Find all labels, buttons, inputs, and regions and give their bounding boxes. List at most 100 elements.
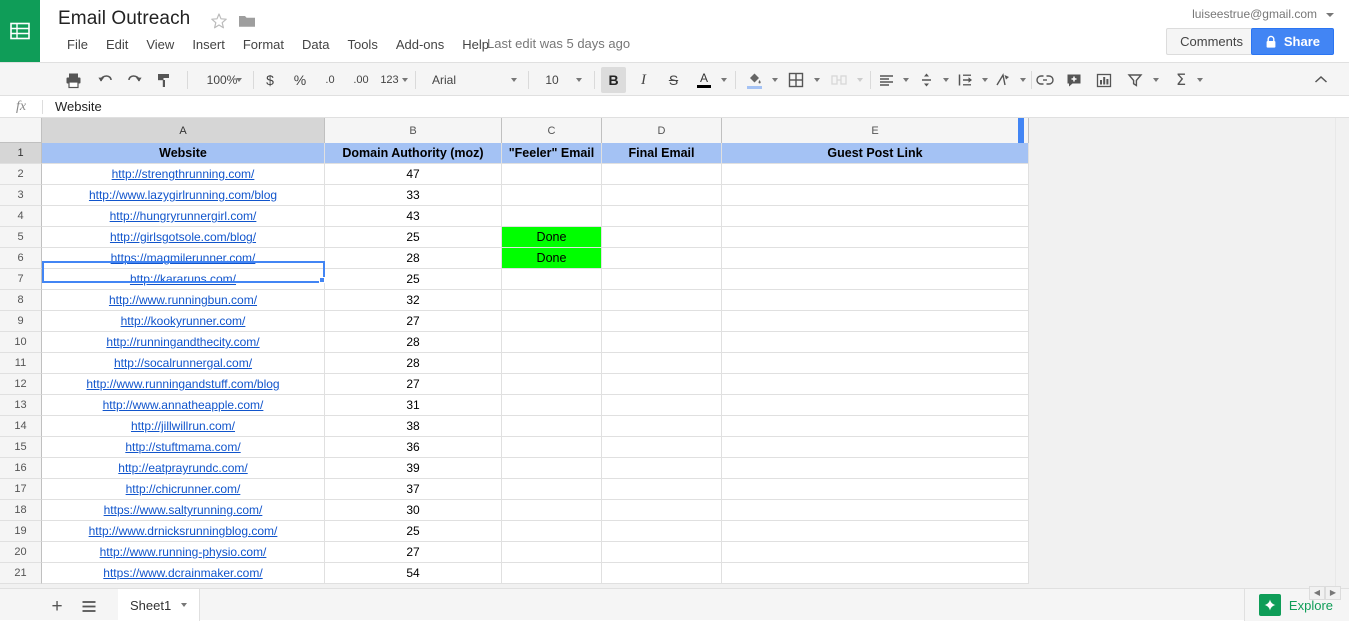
row-header-12[interactable]: 12 [0, 374, 42, 395]
cell-A3[interactable]: http://www.lazygirlrunning.com/blog [42, 185, 325, 206]
text-rotation-caret-icon[interactable] [1015, 67, 1031, 93]
text-color-button[interactable]: A [691, 67, 717, 93]
redo-icon[interactable] [121, 67, 147, 93]
italic-button[interactable]: I [631, 67, 656, 93]
cell-B15[interactable]: 36 [325, 437, 502, 458]
cell-C19[interactable] [502, 521, 602, 542]
cell-E19[interactable] [722, 521, 1029, 542]
row-header-15[interactable]: 15 [0, 437, 42, 458]
menu-item-insert[interactable]: Insert [183, 34, 234, 56]
cell-A12[interactable]: http://www.runningandstuff.com/blog [42, 374, 325, 395]
row-header-6[interactable]: 6 [0, 248, 42, 269]
cell-B5[interactable]: 25 [325, 227, 502, 248]
cell-A10[interactable]: http://runningandthecity.com/ [42, 332, 325, 353]
cell-link[interactable]: http://www.running-physio.com/ [100, 545, 267, 559]
select-all-corner[interactable] [0, 118, 42, 143]
cell-A19[interactable]: http://www.drnicksrunningblog.com/ [42, 521, 325, 542]
font-size-caret-icon[interactable] [570, 67, 588, 93]
cell-C4[interactable] [502, 206, 602, 227]
cell-B12[interactable]: 27 [325, 374, 502, 395]
menu-item-tools[interactable]: Tools [338, 34, 386, 56]
print-icon[interactable] [60, 67, 86, 93]
cell-link[interactable]: http://strengthrunning.com/ [112, 167, 255, 181]
cell-link[interactable]: https://magmilerunner.com/ [111, 251, 256, 265]
column-header-d[interactable]: D [602, 118, 722, 143]
funnel-icon[interactable] [1122, 67, 1148, 93]
cell-B11[interactable]: 28 [325, 353, 502, 374]
cell-A8[interactable]: http://www.runningbun.com/ [42, 290, 325, 311]
row-header-13[interactable]: 13 [0, 395, 42, 416]
cell-link[interactable]: http://chicrunner.com/ [126, 482, 241, 496]
cell-A14[interactable]: http://jillwillrun.com/ [42, 416, 325, 437]
cell-link[interactable]: http://www.runningandstuff.com/blog [86, 377, 279, 391]
cell-D8[interactable] [602, 290, 722, 311]
row-header-11[interactable]: 11 [0, 353, 42, 374]
paint-format-icon[interactable] [151, 67, 177, 93]
row-header-20[interactable]: 20 [0, 542, 42, 563]
share-button[interactable]: Share [1251, 28, 1334, 55]
cell-D9[interactable] [602, 311, 722, 332]
formula-bar[interactable]: fx Website [0, 96, 1349, 118]
cell-E17[interactable] [722, 479, 1029, 500]
chevron-down-icon[interactable] [181, 603, 187, 607]
cell-B21[interactable]: 54 [325, 563, 502, 584]
cell-A21[interactable]: https://www.dcrainmaker.com/ [42, 563, 325, 584]
cell-D12[interactable] [602, 374, 722, 395]
vertical-align-caret-icon[interactable] [938, 67, 954, 93]
text-color-caret-icon[interactable] [716, 67, 732, 93]
cell-E6[interactable] [722, 248, 1029, 269]
cell-link[interactable]: http://girlsgotsole.com/blog/ [110, 230, 256, 244]
cell-B16[interactable]: 39 [325, 458, 502, 479]
cell-E9[interactable] [722, 311, 1029, 332]
link-icon[interactable] [1032, 67, 1058, 93]
cell-C3[interactable] [502, 185, 602, 206]
cell-B4[interactable]: 43 [325, 206, 502, 227]
row-header-14[interactable]: 14 [0, 416, 42, 437]
funnel-caret-icon[interactable] [1148, 67, 1164, 93]
row-header-8[interactable]: 8 [0, 290, 42, 311]
cell-A20[interactable]: http://www.running-physio.com/ [42, 542, 325, 563]
cell-A16[interactable]: http://eatprayrundc.com/ [42, 458, 325, 479]
row-header-10[interactable]: 10 [0, 332, 42, 353]
increase-decimal-button[interactable]: .00 [347, 67, 375, 93]
scroll-left-button[interactable]: ◀ [1309, 586, 1325, 600]
row-header-1[interactable]: 1 [0, 143, 42, 164]
star-icon[interactable] [210, 12, 228, 30]
cell-D13[interactable] [602, 395, 722, 416]
cell-E1[interactable]: Guest Post Link [722, 143, 1029, 164]
cell-D5[interactable] [602, 227, 722, 248]
row-header-3[interactable]: 3 [0, 185, 42, 206]
cell-link[interactable]: http://www.annatheapple.com/ [103, 398, 264, 412]
cell-C1[interactable]: "Feeler" Email [502, 143, 602, 164]
cell-A4[interactable]: http://hungryrunnergirl.com/ [42, 206, 325, 227]
cell-A15[interactable]: http://stuftmama.com/ [42, 437, 325, 458]
cell-C21[interactable] [502, 563, 602, 584]
last-edit-status[interactable]: Last edit was 5 days ago [487, 36, 630, 51]
cell-D21[interactable] [602, 563, 722, 584]
cell-E7[interactable] [722, 269, 1029, 290]
cell-A2[interactable]: http://strengthrunning.com/ [42, 164, 325, 185]
cell-B10[interactable]: 28 [325, 332, 502, 353]
cell-link[interactable]: http://kararuns.com/ [130, 272, 236, 286]
cell-C9[interactable] [502, 311, 602, 332]
comment-plus-icon[interactable] [1061, 67, 1087, 93]
cell-link[interactable]: http://runningandthecity.com/ [106, 335, 259, 349]
cell-C5[interactable]: Done [502, 227, 602, 248]
menu-item-add-ons[interactable]: Add-ons [387, 34, 453, 56]
cell-B7[interactable]: 25 [325, 269, 502, 290]
merge-cells-icon[interactable] [826, 67, 852, 93]
page-title[interactable]: Email Outreach [58, 6, 190, 32]
zoom-caret-icon[interactable] [230, 67, 248, 93]
row-header-9[interactable]: 9 [0, 311, 42, 332]
row-header-5[interactable]: 5 [0, 227, 42, 248]
cell-B19[interactable]: 25 [325, 521, 502, 542]
cell-D20[interactable] [602, 542, 722, 563]
row-header-21[interactable]: 21 [0, 563, 42, 584]
currency-format-button[interactable]: $ [258, 67, 282, 93]
cell-link[interactable]: http://socalrunnergal.com/ [114, 356, 252, 370]
cell-D4[interactable] [602, 206, 722, 227]
cell-E2[interactable] [722, 164, 1029, 185]
font-family-caret-icon[interactable] [505, 67, 523, 93]
row-header-7[interactable]: 7 [0, 269, 42, 290]
cell-E14[interactable] [722, 416, 1029, 437]
